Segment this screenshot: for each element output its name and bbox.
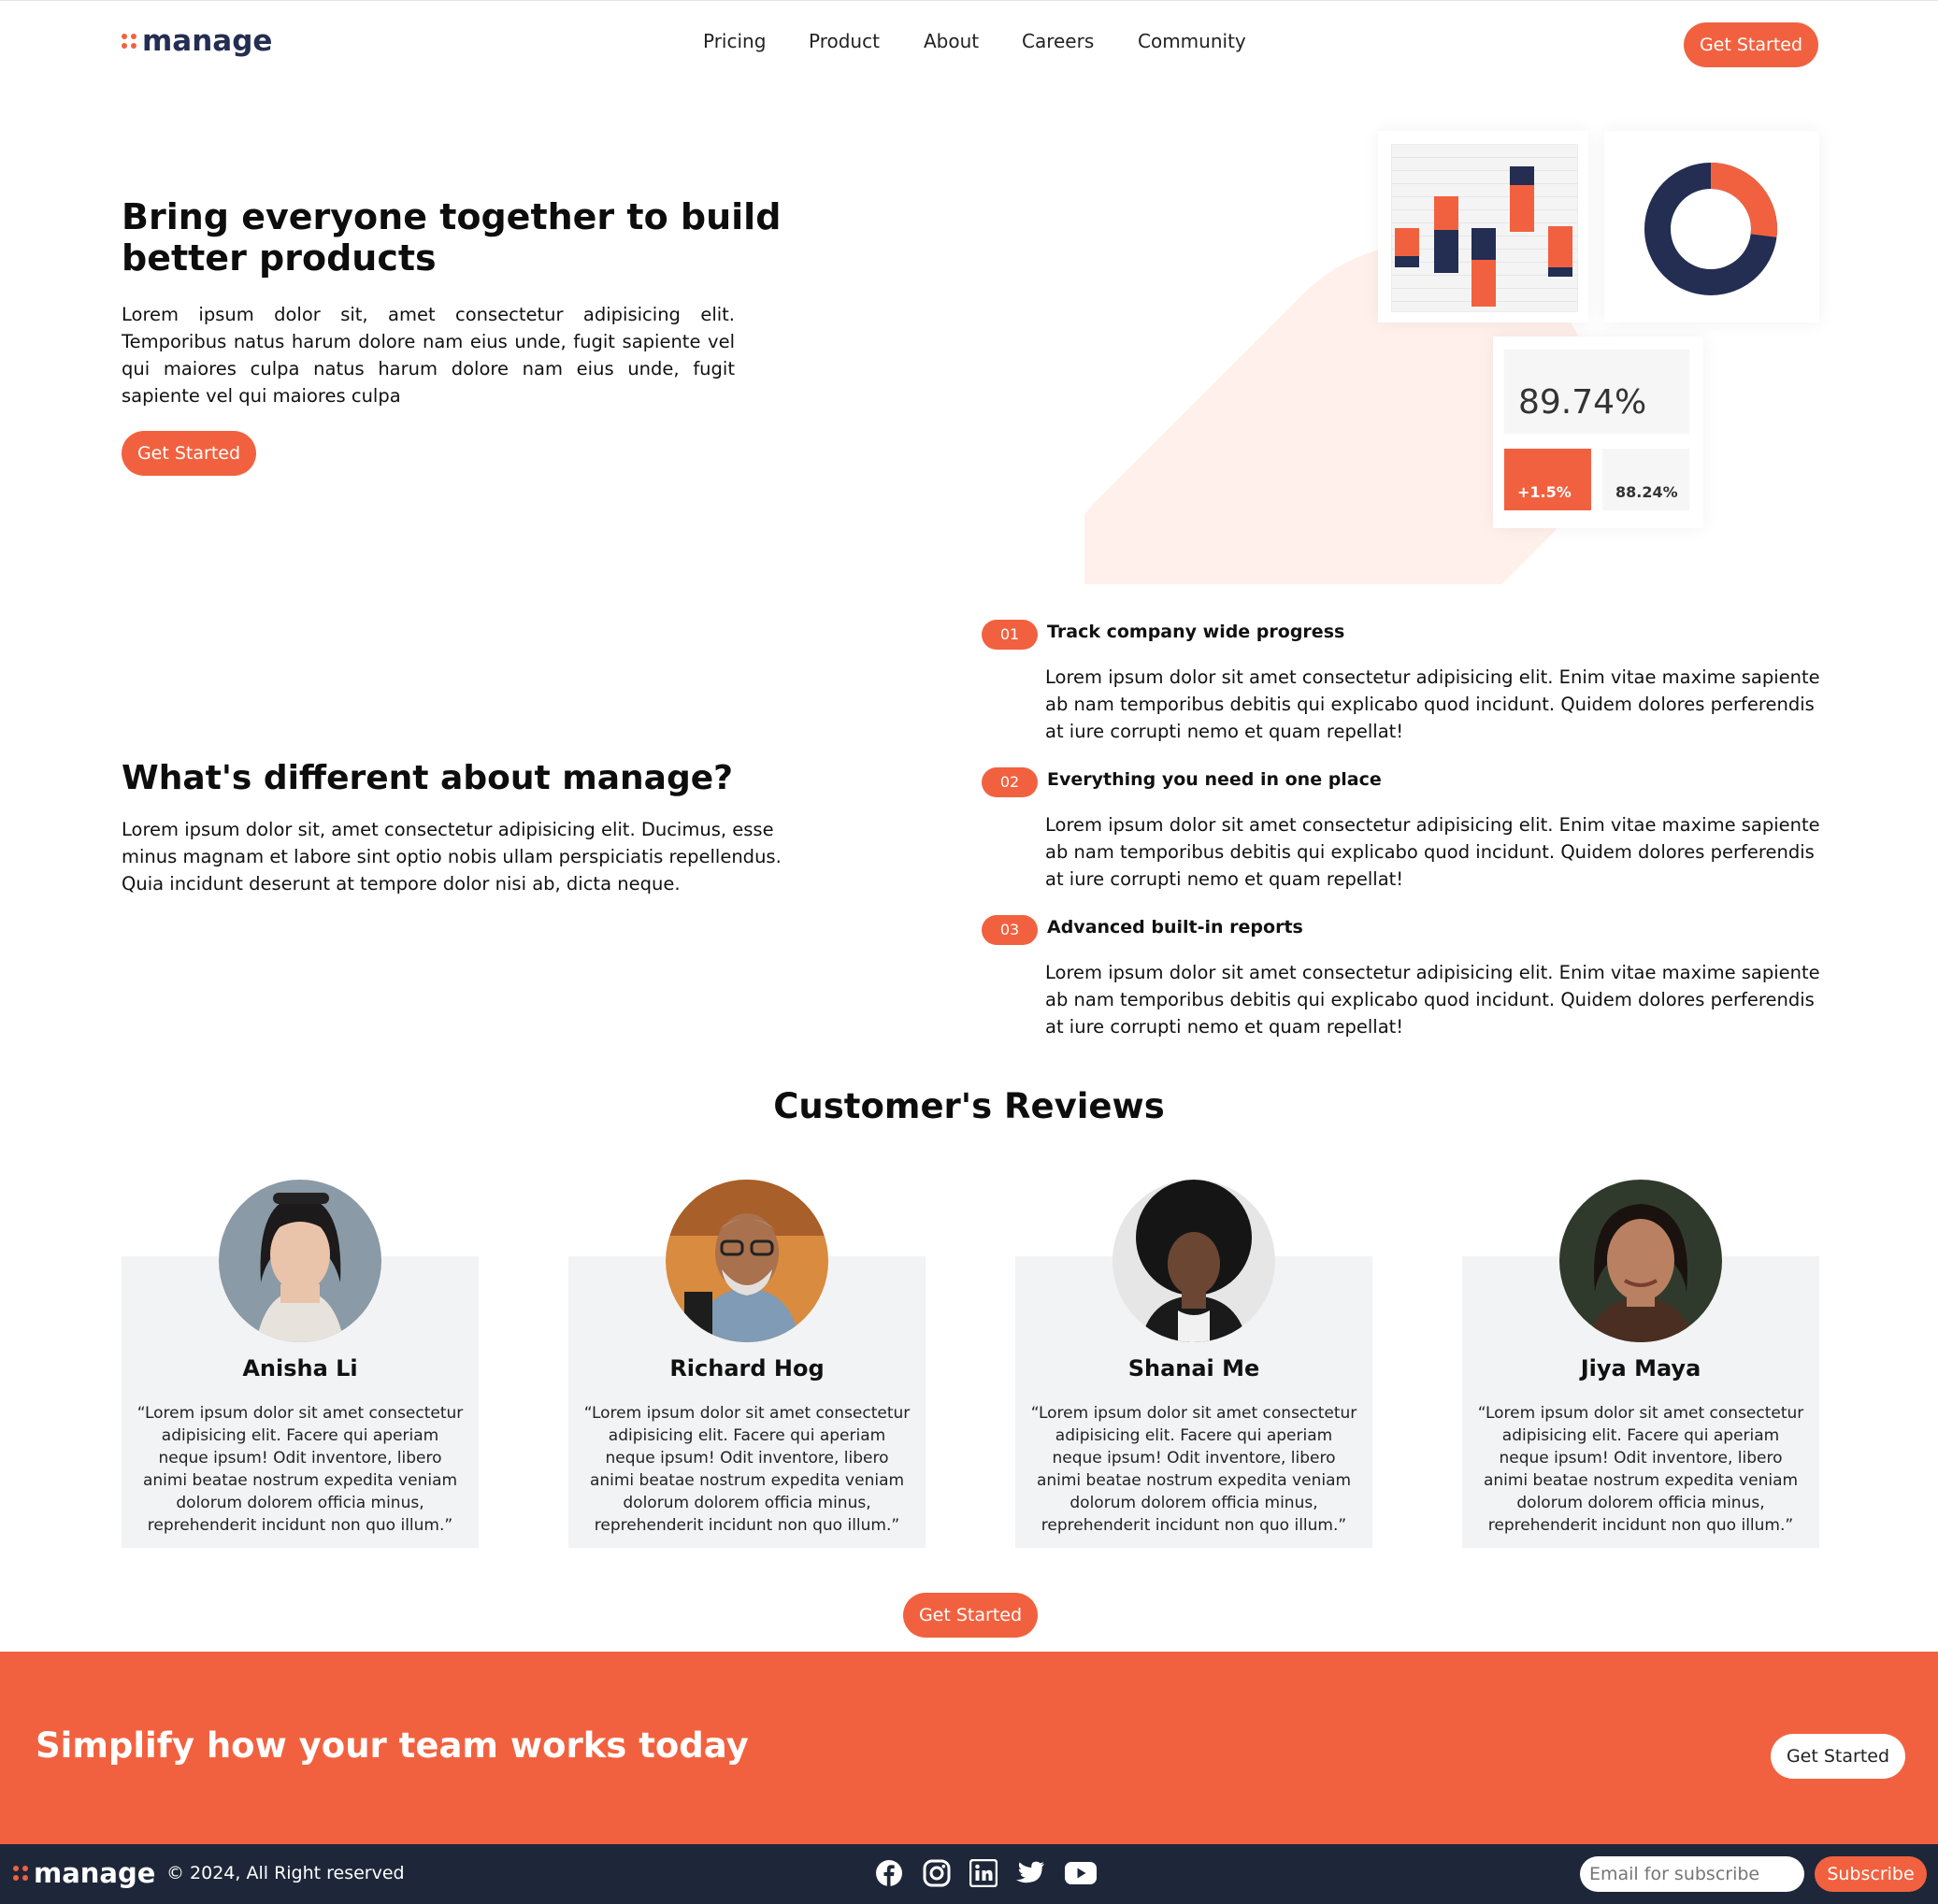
reviews-get-started-button[interactable]: Get Started [903,1593,1038,1638]
review-text: “Lorem ipsum dolor sit amet consectetur … [583,1404,911,1535]
review-text: “Lorem ipsum dolor sit amet consectetur … [1477,1404,1804,1535]
facebook-icon[interactable] [875,1859,903,1887]
subscribe-email-input[interactable] [1580,1856,1804,1892]
footer-copyright: © 2024, All Right reserved [166,1863,405,1883]
hero-text: Lorem ipsum dolor sit, amet consectetur … [122,304,735,407]
hero-title: Bring everyone together to build better … [122,196,782,279]
youtube-icon[interactable] [1065,1862,1097,1884]
twitter-icon[interactable] [1015,1861,1045,1885]
donut-chart-graphic [1644,163,1777,295]
cta-get-started-button[interactable]: Get Started [1771,1734,1905,1779]
feature-text: Lorem ipsum dolor sit amet consectetur a… [1045,962,1820,1038]
different-title: What's different about manage? [122,759,734,797]
nav-community[interactable]: Community [1138,30,1246,52]
reviewer-name: Shanai Me [1127,1355,1260,1381]
header-logo[interactable]: manage [122,24,272,58]
feature-number-badge: 02 [982,767,1038,797]
feature-number-badge: 03 [982,915,1038,945]
instagram-icon[interactable] [923,1859,951,1887]
logo-text: manage [142,24,273,58]
top-border [0,0,1938,1]
footer-logo[interactable]: manage [13,1857,155,1889]
reviewer-name: Anisha Li [242,1355,358,1381]
avatar-richard-hog [666,1180,828,1342]
nav-about[interactable]: About [924,30,979,52]
subscribe-button[interactable]: Subscribe [1815,1856,1927,1892]
stat-main-value: 89.74% [1518,383,1647,422]
logo-dots-icon [13,1866,28,1881]
review-text: “Lorem ipsum dolor sit amet consectetur … [1030,1404,1357,1535]
reviewer-name: Jiya Maya [1580,1355,1701,1381]
bar-chart-graphic [1395,166,1572,307]
stat-secondary-box [1602,449,1689,510]
feature-text: Lorem ipsum dolor sit amet consectetur a… [1045,666,1820,742]
logo-text: manage [34,1857,156,1889]
feature-title: Track company wide progress [1047,622,1345,642]
feature-title: Everything you need in one place [1047,769,1382,790]
review-text: “Lorem ipsum dolor sit amet consectetur … [136,1404,464,1535]
stat-change-box [1504,449,1591,510]
avatar-jiya-maya [1559,1180,1722,1342]
feature-number-badge: 01 [982,620,1038,650]
stat-change-value: +1.5% [1517,483,1572,501]
linkedin-icon[interactable] [969,1859,998,1887]
avatar-anisha-li [219,1180,381,1342]
cta-title: Simplify how your team works today [36,1725,749,1766]
stat-secondary-value: 88.24% [1615,483,1678,501]
header-get-started-button[interactable]: Get Started [1684,22,1818,67]
nav-careers[interactable]: Careers [1022,30,1094,52]
feature-text: Lorem ipsum dolor sit amet consectetur a… [1045,814,1820,890]
hero-get-started-button[interactable]: Get Started [122,431,256,476]
logo-dots-icon [122,34,136,49]
feature-title: Advanced built-in reports [1047,917,1303,938]
avatar-shanai-me [1113,1180,1275,1342]
reviews-title: Customer's Reviews [773,1086,1165,1126]
different-text: Lorem ipsum dolor sit, amet consectetur … [122,819,782,895]
reviewer-name: Richard Hog [669,1355,825,1381]
nav-pricing[interactable]: Pricing [703,30,766,52]
nav-product[interactable]: Product [809,30,880,52]
